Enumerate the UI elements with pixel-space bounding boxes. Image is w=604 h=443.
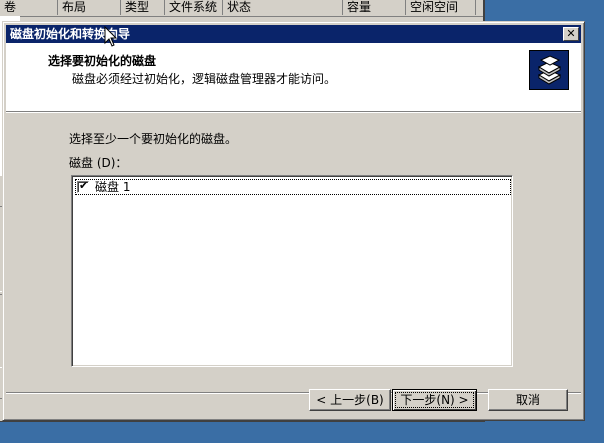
volume-column-header: 卷 布局 类型 文件系统 状态 容量 空闲空间 [0, 0, 483, 17]
wizard-header: 选择要初始化的磁盘 磁盘必须经过初始化，逻辑磁盘管理器才能访问。 [6, 43, 581, 112]
disk-list-item[interactable]: ✔ 磁盘 1 [75, 179, 511, 195]
cancel-button[interactable]: 取消 [488, 389, 568, 411]
column-capacity[interactable]: 容量 [343, 0, 406, 15]
column-free-space[interactable]: 空闲空间 [406, 0, 476, 15]
header-divider [6, 112, 581, 113]
disk-1-checkbox[interactable]: ✔ [77, 179, 89, 193]
initialize-disk-wizard: 磁盘初始化和转换向导 ✕ 选择要初始化的磁盘 磁盘必须经过初始化，逻辑磁盘管理器… [2, 21, 585, 421]
header-subtitle: 磁盘必须经过初始化，逻辑磁盘管理器才能访问。 [72, 72, 337, 86]
disks-icon [529, 50, 569, 90]
back-button[interactable]: < 上一步(B) [309, 389, 391, 411]
column-status[interactable]: 状态 [223, 0, 343, 15]
column-layout[interactable]: 布局 [58, 0, 121, 15]
disk-1-label: 磁盘 1 [95, 180, 131, 194]
column-filesystem[interactable]: 文件系统 [165, 0, 223, 15]
disk-listbox[interactable]: ✔ 磁盘 1 [71, 175, 513, 367]
header-title: 选择要初始化的磁盘 [48, 54, 157, 68]
instruction-text: 选择至少一个要初始化的磁盘。 [69, 132, 238, 146]
focus-rect [395, 392, 474, 408]
checkmark-icon: ✔ [79, 179, 89, 192]
close-button[interactable]: ✕ [563, 27, 579, 41]
disk-list-label: 磁盘 (D)： [69, 156, 128, 170]
mouse-cursor-icon [104, 26, 118, 47]
close-icon: ✕ [566, 27, 576, 40]
dialog-titlebar[interactable]: 磁盘初始化和转换向导 ✕ [6, 25, 581, 43]
column-volume[interactable]: 卷 [0, 0, 58, 15]
column-type[interactable]: 类型 [121, 0, 165, 15]
next-button[interactable]: 下一步(N) > [392, 389, 477, 411]
